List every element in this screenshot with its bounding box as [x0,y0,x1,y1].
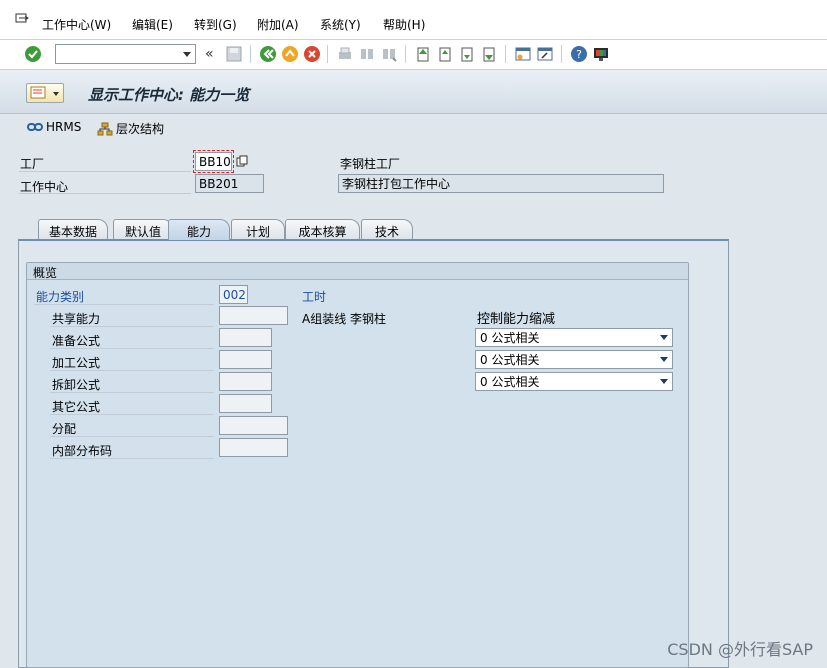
find-next-icon[interactable] [380,45,398,63]
command-field[interactable] [55,44,196,64]
label-underline [50,436,214,437]
menu-goto[interactable]: 转到(G) [194,16,237,33]
cancel-icon[interactable] [303,45,321,63]
processing-formula-field[interactable] [219,350,272,369]
toolbar-separator [405,45,406,63]
reduction-title: 控制能力缩减 [477,312,556,327]
allocation-label: 分配 [52,422,77,436]
chevron-down-icon [660,379,668,384]
enter-icon[interactable] [24,45,42,63]
tab-scheduling[interactable]: 计划 [231,219,285,240]
workcenter-field[interactable]: BB201 [195,174,264,193]
exit-icon[interactable] [281,45,299,63]
plant-field[interactable]: BB10 [193,150,234,173]
shared-capacity-label: 共享能力 [52,312,101,326]
workcenter-description-field[interactable]: 李钢柱打包工作中心 [338,174,664,193]
reduction-setup-value: 0 公式相关 [480,331,540,345]
prev-page-icon[interactable] [436,45,454,63]
chevron-down-icon [660,357,668,362]
menu-edit[interactable]: 编辑(E) [132,16,173,33]
collapse-command-icon[interactable]: « [205,46,214,62]
hierarchy-label: 层次结构 [116,122,165,136]
label-underline [50,392,214,393]
label-underline [19,193,191,194]
toolbar-separator [327,45,328,63]
chevron-down-icon [660,335,668,340]
internal-distribution-label: 内部分布码 [52,444,113,458]
teardown-formula-field[interactable] [219,372,272,391]
chevron-down-icon [53,92,59,96]
label-underline [19,171,191,172]
toolbar-separator [561,45,562,63]
link-icon [27,123,43,131]
svg-text:?: ? [576,48,582,61]
toolbar-separator [250,45,251,63]
tab-basic-data[interactable]: 基本数据 [38,219,108,240]
tab-default-values[interactable]: 默认值 [113,219,173,240]
page-title: 显示工作中心: 能力一览 [88,86,250,104]
standard-toolbar: « ? [0,40,827,70]
menu-bar: 工作中心(W) 编辑(E) 转到(G) 附加(A) 系统(Y) 帮助(H) [0,0,827,40]
label-underline [50,370,214,371]
capacity-unit-label: 工时 [302,290,327,304]
next-page-icon[interactable] [458,45,476,63]
label-underline [50,348,214,349]
title-bar: 显示工作中心: 能力一览 [0,70,827,114]
hrms-label: HRMS [46,120,82,134]
reduction-processing-select[interactable]: 0 公式相关 [475,350,673,369]
tab-costing[interactable]: 成本核算 [285,219,360,240]
capacity-category-label: 能力类别 [36,290,85,304]
setup-formula-label: 准备公式 [52,334,101,348]
tab-technical[interactable]: 技术 [361,219,413,240]
new-session-icon[interactable] [514,45,532,63]
overview-title: 概览 [27,263,688,280]
last-page-icon[interactable] [480,45,498,63]
internal-distribution-field[interactable] [219,438,288,457]
screen-menu-button[interactable] [26,83,64,103]
label-underline [50,326,214,327]
watermark: CSDN @外行看SAP [667,640,813,659]
reduction-teardown-select[interactable]: 0 公式相关 [475,372,673,391]
label-underline [50,458,214,459]
menu-system[interactable]: 系统(Y) [320,16,361,33]
label-underline [50,414,214,415]
customize-layout-icon[interactable] [592,45,610,63]
toolbar-separator [505,45,506,63]
hierarchy-icon [97,122,113,135]
other-formula-field[interactable] [219,394,272,413]
menu-workcenter[interactable]: 工作中心(W) [42,16,111,33]
shortcut-icon[interactable] [536,45,554,63]
capacity-category-field[interactable]: 002 [219,285,248,304]
processing-formula-label: 加工公式 [52,356,101,370]
find-icon[interactable] [358,45,376,63]
reduction-teardown-value: 0 公式相关 [480,375,540,389]
copy-icon[interactable] [236,155,248,167]
other-formula-label: 其它公式 [52,400,101,414]
capacity-description: A组装线 李钢柱 [302,312,387,326]
tab-capacities[interactable]: 能力 [168,219,230,240]
allocation-field[interactable] [219,416,288,435]
plant-label: 工厂 [20,157,45,171]
help-icon[interactable]: ? [570,45,588,63]
application-toolbar: HRMS 层次结构 [0,114,827,142]
green-back-icon[interactable] [259,45,277,63]
menu-help[interactable]: 帮助(H) [383,16,425,33]
shared-capacity-field[interactable] [219,306,288,325]
command-dropdown-icon[interactable] [183,52,191,57]
menu-extras[interactable]: 附加(A) [257,16,299,33]
teardown-formula-label: 拆卸公式 [52,378,101,392]
plant-description: 李钢柱工厂 [340,157,401,171]
reduction-setup-select[interactable]: 0 公式相关 [475,328,673,347]
label-underline [34,304,214,305]
menu-list-icon [30,86,46,99]
save-icon[interactable] [225,45,243,63]
reduction-processing-value: 0 公式相关 [480,353,540,367]
first-page-icon[interactable] [414,45,432,63]
print-icon[interactable] [336,45,354,63]
setup-formula-field[interactable] [219,328,272,347]
system-menu-icon[interactable] [15,13,29,25]
hierarchy-button[interactable]: 层次结构 [97,120,164,137]
hrms-button[interactable]: HRMS [27,120,81,134]
